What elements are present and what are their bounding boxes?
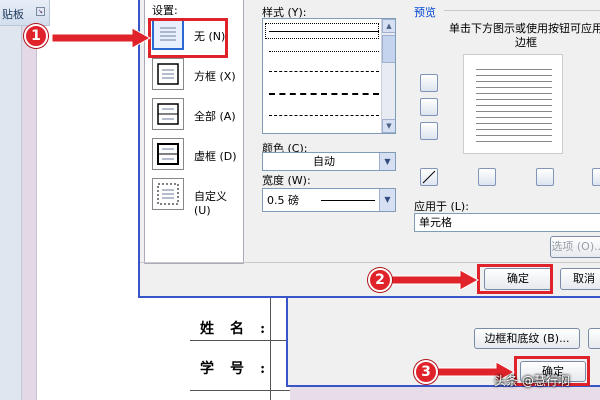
watermark: 头条 @慧行啊 xyxy=(494,374,570,388)
border-inside-v-button[interactable] xyxy=(536,168,554,186)
apply-to-select[interactable]: 单元格 xyxy=(414,213,600,232)
highlight-ok-button xyxy=(477,264,553,294)
preview-header: 预览 xyxy=(414,6,436,19)
color-select[interactable]: 自动 ▼ xyxy=(262,152,396,171)
scroll-thumb[interactable] xyxy=(382,35,395,63)
step-badge-3: 3 xyxy=(414,360,438,384)
scroll-down-icon[interactable]: ▼ xyxy=(382,119,395,133)
cancel-button[interactable]: 取消 xyxy=(560,268,600,290)
border-left-button[interactable] xyxy=(478,168,496,186)
document-table: 姓名: 学号: xyxy=(190,290,290,400)
chevron-down-icon: ▼ xyxy=(379,153,395,170)
width-label: 宽度 (W): xyxy=(262,174,311,187)
setting-grid-icon xyxy=(152,138,184,170)
border-right-button[interactable] xyxy=(592,168,600,186)
setting-all-label: 全部 (A) xyxy=(194,110,236,123)
setting-custom-label: 自定义 (U) xyxy=(194,190,227,217)
setting-custom-icon xyxy=(152,178,184,210)
preview-group-line xyxy=(444,10,600,11)
line-style-list[interactable]: ▲ ▼ xyxy=(262,18,396,134)
color-value: 自动 xyxy=(313,155,335,168)
border-inside-h-button[interactable] xyxy=(420,98,438,116)
line-style-solid[interactable] xyxy=(269,31,379,32)
setting-all[interactable]: 全部 (A) xyxy=(152,98,242,132)
border-diagonal-button[interactable] xyxy=(420,168,438,186)
line-style-dash-dot[interactable] xyxy=(269,115,379,116)
setting-grid-label: 虚框 (D) xyxy=(194,150,237,163)
border-bottom-button[interactable] xyxy=(420,122,438,140)
preview-area[interactable] xyxy=(463,54,563,154)
preview-hint: 单击下方图示或使用按钮可应用边框 xyxy=(449,22,600,49)
line-style-dashed[interactable] xyxy=(269,93,379,95)
highlight-setting-none xyxy=(148,18,228,58)
arrow-step1-icon xyxy=(52,28,152,48)
width-select[interactable]: 0.5 磅 ▼ xyxy=(262,188,396,212)
outer-more-button[interactable] xyxy=(588,328,600,349)
line-style-dotted[interactable] xyxy=(269,51,379,52)
settings-header: 设置: xyxy=(152,4,178,17)
borders-and-shading-button[interactable]: 边框和底纹 (B)... xyxy=(474,328,580,349)
ribbon-clipboard-group: 贴板 ↘ xyxy=(0,0,50,26)
line-style-dashed-small[interactable] xyxy=(269,71,379,72)
arrow-step2-icon xyxy=(390,270,480,290)
setting-all-icon xyxy=(152,98,184,130)
border-top-button[interactable] xyxy=(420,74,438,92)
setting-box[interactable]: 方框 (X) xyxy=(152,58,242,92)
setting-box-icon xyxy=(152,58,184,90)
step-badge-2: 2 xyxy=(368,268,392,292)
apply-to-label: 应用于 (L): xyxy=(414,200,469,213)
width-sample-line xyxy=(321,200,375,201)
options-button[interactable]: 选项 (O)... xyxy=(550,236,600,258)
style-list-scrollbar[interactable]: ▲ ▼ xyxy=(381,19,395,133)
vertical-ruler xyxy=(0,26,22,400)
preview-group: 预览 单击下方图示或使用按钮可应用边框 xyxy=(406,4,600,190)
table-cell-name-label: 姓名: xyxy=(200,321,282,337)
width-value: 0.5 磅 xyxy=(267,194,299,207)
chevron-down-icon: ▼ xyxy=(379,189,395,211)
setting-custom[interactable]: 自定义 (U) xyxy=(152,178,242,217)
dialog-launcher-icon[interactable]: ↘ xyxy=(36,7,45,16)
ribbon-group-label: 贴板 xyxy=(2,8,24,21)
dialog-divider xyxy=(140,262,600,263)
setting-grid[interactable]: 虚框 (D) xyxy=(152,138,242,172)
step-badge-1: 1 xyxy=(24,24,48,48)
table-cell-id-label: 学号: xyxy=(200,361,282,377)
scroll-up-icon[interactable]: ▲ xyxy=(382,19,395,33)
setting-box-label: 方框 (X) xyxy=(194,70,236,83)
